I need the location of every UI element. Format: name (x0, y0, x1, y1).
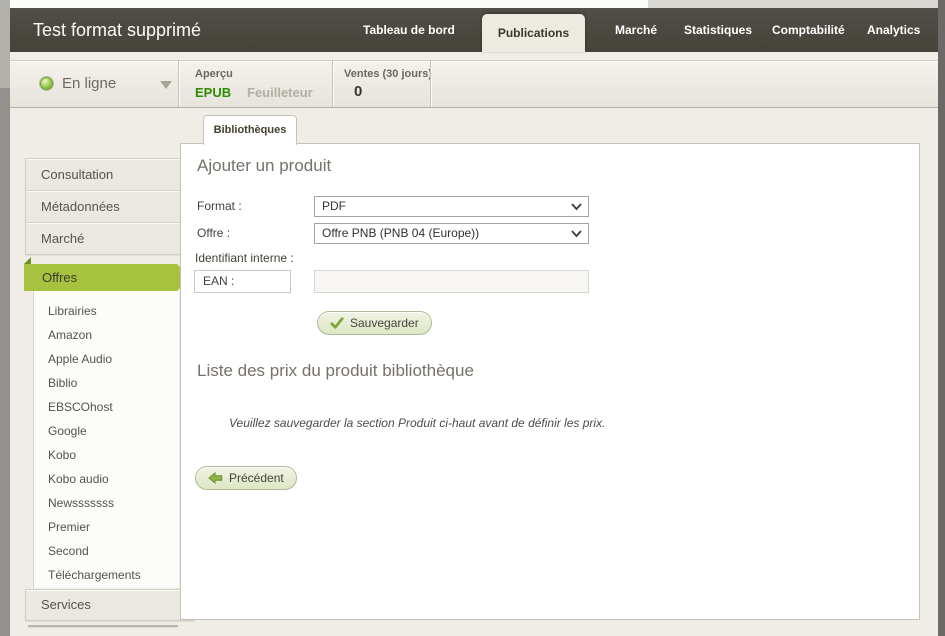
online-status-icon (40, 77, 53, 90)
offre-label: Offre : (197, 226, 230, 240)
ventes-label: Ventes (30 jours) (344, 68, 432, 80)
page-title: Test format supprimé (33, 8, 201, 52)
right-window-edge (938, 0, 945, 636)
check-icon (330, 317, 344, 329)
sidebar-item-newsssssss[interactable]: Newsssssss (34, 491, 179, 515)
price-list-title: Liste des prix du produit bibliothèque (197, 361, 474, 381)
sidebar-item-ebscohost[interactable]: EBSCOhost (34, 395, 179, 419)
sidebar-item-kobo-audio[interactable]: Kobo audio (34, 467, 179, 491)
status-bar: En ligne Aperçu EPUB Feuilleteur Ventes … (10, 60, 938, 108)
chevron-down-icon (160, 81, 172, 89)
nav-marche[interactable]: Marché (615, 8, 657, 52)
content-panel: Ajouter un produit Format : PDF Offre : … (180, 143, 920, 620)
save-button[interactable]: Sauvegarder (317, 311, 432, 335)
format-select-value: PDF (322, 197, 346, 216)
left-window-edge-top (0, 0, 10, 88)
format-select[interactable]: PDF (314, 196, 589, 217)
arrow-left-icon (208, 472, 223, 484)
sidebar-item-offres-active[interactable]: Offres (42, 264, 77, 291)
tab-bibliotheques[interactable]: Bibliothèques (203, 115, 297, 145)
left-window-edge (0, 0, 10, 636)
previous-button[interactable]: Précédent (195, 466, 297, 490)
price-list-notice: Veuillez sauvegarder la section Produit … (229, 416, 605, 430)
sidebar-sublist: Librairies Amazon Apple Audio Biblio EBS… (33, 291, 179, 588)
nav-tableau-de-bord[interactable]: Tableau de bord (363, 8, 455, 52)
sidebar-section-marche[interactable]: Marché (25, 222, 195, 255)
sidebar-item-kobo[interactable]: Kobo (34, 443, 179, 467)
chevron-down-icon (571, 230, 582, 238)
status-divider (178, 61, 179, 107)
online-status-label: En ligne (62, 61, 116, 107)
apercu-feuilleteur-link[interactable]: Feuilleteur (247, 85, 313, 100)
sidebar-item-premier[interactable]: Premier (34, 515, 179, 539)
ean-input (314, 270, 589, 293)
top-browser-strip-right (648, 0, 938, 8)
sidebar-section-consultation[interactable]: Consultation (25, 158, 195, 191)
ean-type-box[interactable]: EAN : (194, 270, 291, 293)
sidebar-item-librairies[interactable]: Librairies (34, 299, 179, 323)
sidebar-bottom-shadow (28, 625, 178, 627)
offre-select-value: Offre PNB (PNB 04 (Europe)) (322, 224, 479, 243)
chevron-down-icon (571, 203, 582, 211)
add-product-title: Ajouter un produit (197, 156, 331, 176)
top-navbar: Test format supprimé Tableau de bord Pub… (10, 8, 938, 52)
tab-publications-label: Publications (498, 26, 569, 40)
status-divider (332, 61, 333, 107)
status-divider (430, 61, 431, 107)
nav-comptabilite[interactable]: Comptabilité (772, 8, 845, 52)
sidebar-item-apple-audio[interactable]: Apple Audio (34, 347, 179, 371)
save-button-label: Sauvegarder (350, 316, 419, 330)
identifiant-interne-label: Identifiant interne : (195, 251, 294, 265)
sidebar-item-biblio[interactable]: Biblio (34, 371, 179, 395)
sidebar-item-telechargements[interactable]: Téléchargements (34, 563, 179, 587)
format-label: Format : (197, 199, 242, 213)
sidebar-section-metadonnees[interactable]: Métadonnées (25, 190, 195, 223)
nav-statistiques[interactable]: Statistiques (684, 8, 752, 52)
tab-publications[interactable]: Publications (482, 14, 585, 52)
nav-analytics[interactable]: Analytics (867, 8, 920, 52)
ventes-value: 0 (354, 83, 362, 100)
offre-select[interactable]: Offre PNB (PNB 04 (Europe)) (314, 223, 589, 244)
sidebar-item-google[interactable]: Google (34, 419, 179, 443)
previous-button-label: Précédent (229, 471, 284, 485)
apercu-label: Aperçu (195, 68, 233, 80)
tab-bibliotheques-label: Bibliothèques (214, 124, 287, 136)
apercu-epub-link[interactable]: EPUB (195, 85, 231, 100)
app-window: Test format supprimé Tableau de bord Pub… (0, 0, 945, 636)
sidebar-item-second[interactable]: Second (34, 539, 179, 563)
sidebar-item-amazon[interactable]: Amazon (34, 323, 179, 347)
sidebar-section-services[interactable]: Services (25, 589, 195, 621)
